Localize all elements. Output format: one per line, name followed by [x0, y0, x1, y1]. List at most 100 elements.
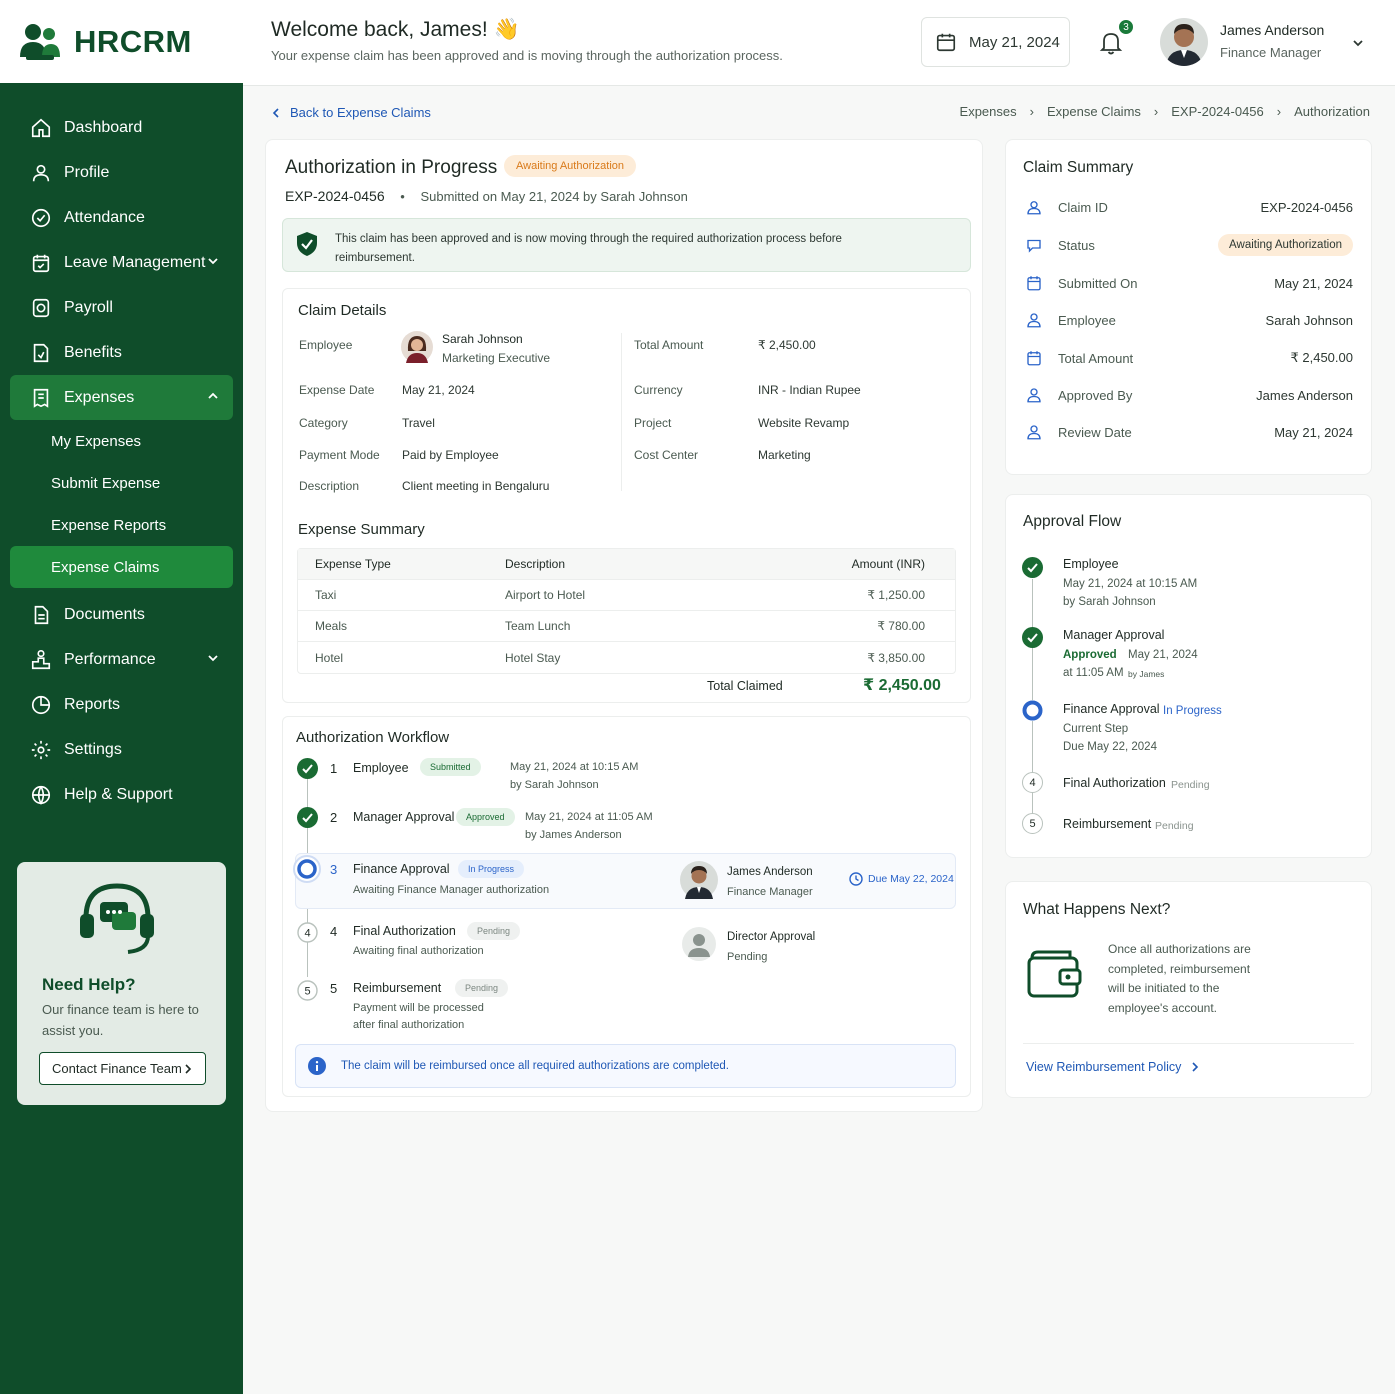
step-date: May 21, 2024 at 11:05 AM — [525, 811, 653, 823]
check-circle-icon — [1022, 557, 1043, 578]
nav-label: Leave Management — [64, 253, 206, 271]
main-nav: Dashboard Profile Attendance Leave Manag… — [0, 83, 243, 817]
document-icon — [34, 605, 49, 624]
back-link-label: Back to Expense Claims — [290, 105, 431, 120]
column-divider — [621, 333, 622, 491]
check-circle-icon — [1022, 627, 1043, 648]
in-progress-ring-icon — [293, 855, 321, 883]
table-cell: ₹ 780.00 — [877, 619, 925, 633]
step-name: Reimbursement — [353, 981, 442, 995]
date-picker[interactable]: May 21, 2024 — [921, 17, 1070, 67]
flow-step-name: Employee — [1063, 557, 1119, 571]
in-progress-ring-icon — [1022, 700, 1043, 721]
summary-value: EXP-2024-0456 — [1260, 199, 1353, 215]
user-name: James Anderson — [1220, 22, 1325, 38]
welcome-subtitle: Your expense claim has been approved and… — [271, 48, 783, 63]
contact-finance-button[interactable]: Contact Finance Team — [39, 1052, 206, 1085]
step-status-badge: Pending — [467, 922, 521, 940]
nav-documents[interactable]: Documents — [10, 592, 233, 637]
nav-help-support[interactable]: Help & Support — [10, 772, 233, 817]
table-cell: Hotel — [315, 650, 344, 665]
authorization-workflow-section: Authorization Workflow 1 Employee Submit… — [282, 716, 971, 1097]
summary-row: Review Date May 21, 2024 — [1023, 421, 1353, 443]
nav-expense-reports[interactable]: Expense Reports — [10, 504, 233, 546]
nav-label: Documents — [64, 605, 145, 623]
column-header: Description — [505, 557, 566, 571]
step-by: by Sarah Johnson — [510, 779, 599, 791]
breadcrumb-item[interactable]: EXP-2024-0456 — [1171, 104, 1264, 119]
table-cell: Hotel Stay — [505, 650, 561, 665]
step-description: after final authorization — [353, 1019, 465, 1031]
assignee-avatar — [680, 861, 718, 899]
nav-label: Settings — [64, 740, 122, 758]
step-number: 4 — [330, 924, 338, 939]
step-status-badge: In Progress — [458, 860, 525, 878]
avatar[interactable] — [1160, 18, 1208, 66]
nav-expenses[interactable]: Expenses — [10, 375, 233, 420]
alert-text: This claim has been approved and is now … — [335, 233, 842, 264]
flow-step-status: In Progress — [1163, 705, 1222, 717]
breadcrumb-separator-icon: › — [1029, 104, 1034, 119]
payroll-icon — [32, 298, 50, 317]
calendar-icon — [1027, 351, 1041, 366]
breadcrumb-separator-icon: › — [1153, 104, 1159, 119]
table-row: Hotel Hotel Stay ₹ 3,850.00 — [298, 642, 955, 673]
nav-profile[interactable]: Profile — [10, 150, 233, 195]
table-row: Meals Team Lunch ₹ 780.00 — [298, 611, 955, 642]
logo[interactable]: HRCRM — [0, 0, 243, 83]
nav-my-expenses[interactable]: My Expenses — [10, 420, 233, 462]
summary-value: Sarah Johnson — [1265, 312, 1353, 328]
nav-attendance[interactable]: Attendance — [10, 195, 233, 240]
nav-benefits[interactable]: Benefits — [10, 330, 233, 375]
calendar-check-icon — [32, 254, 50, 272]
flow-step-status: Approved — [1063, 649, 1117, 661]
nav-dashboard[interactable]: Dashboard — [10, 105, 233, 150]
clock-check-icon — [31, 208, 51, 227]
nav-leave-management[interactable]: Leave Management — [10, 240, 233, 285]
card-title: Claim Summary — [1023, 159, 1134, 176]
nav-expense-claims[interactable]: Expense Claims — [10, 546, 233, 588]
summary-label: Submitted On — [1058, 275, 1138, 291]
summary-row: Claim ID EXP-2024-0456 — [1023, 196, 1353, 218]
notification-badge: 3 — [1117, 18, 1135, 36]
nav-label: Dashboard — [64, 118, 143, 136]
divider — [1023, 1043, 1354, 1044]
category-label: Category — [299, 416, 348, 430]
breadcrumb-item[interactable]: Expenses — [960, 104, 1017, 119]
flow-step-name: Manager Approval — [1063, 628, 1165, 642]
column-header: Expense Type — [315, 557, 391, 571]
nav-submit-expense[interactable]: Submit Expense — [10, 462, 233, 504]
nav-payroll[interactable]: Payroll — [10, 285, 233, 330]
project-value: Website Revamp — [758, 416, 850, 430]
sidebar: HRCRM Dashboard Profile Attendance Leave… — [0, 0, 243, 1394]
back-to-claims-link[interactable]: Back to Expense Claims — [272, 105, 431, 120]
card-title: Approval Flow — [1023, 513, 1122, 530]
summary-row: Approved By James Anderson — [1023, 384, 1353, 406]
claim-submitted: Submitted on May 21, 2024 by Sarah Johns… — [420, 189, 688, 204]
summary-value: James Anderson — [1256, 387, 1353, 403]
section-title: Claim Details — [298, 302, 387, 319]
table-cell: Team Lunch — [505, 619, 571, 633]
summary-row: Submitted On May 21, 2024 — [1023, 272, 1353, 294]
chevron-down-icon[interactable] — [1351, 36, 1365, 50]
director-avatar-icon — [682, 927, 716, 961]
summary-value: ₹ 2,450.00 — [1290, 350, 1354, 365]
expense-summary-title: Expense Summary — [298, 521, 425, 538]
reimbursement-policy-link[interactable]: View Reimbursement Policy — [1026, 1060, 1199, 1074]
breadcrumb-item[interactable]: Expense Claims — [1047, 104, 1141, 119]
nav-settings[interactable]: Settings — [10, 727, 233, 772]
shield-check-icon — [297, 232, 317, 256]
approval-flow-card: Approval Flow Employee May 21, 2024 at 1… — [1005, 494, 1372, 858]
summary-value: May 21, 2024 — [1274, 424, 1353, 440]
flow-step-meta: May 21, 2024 at 10:15 AM — [1063, 578, 1198, 590]
chevron-down-icon — [208, 655, 218, 662]
step-name: Finance Approval — [353, 862, 450, 876]
table-cell: Airport to Hotel — [505, 588, 586, 602]
flow-step-number: 5 — [1022, 813, 1043, 834]
nav-performance[interactable]: Performance — [10, 637, 233, 682]
expense-table: Expense Type Description Amount (INR) Ta… — [297, 548, 956, 674]
step-description: Payment will be processed — [353, 1002, 484, 1014]
home-icon — [31, 118, 51, 137]
help-globe-icon — [31, 785, 51, 805]
nav-reports[interactable]: Reports — [10, 682, 233, 727]
